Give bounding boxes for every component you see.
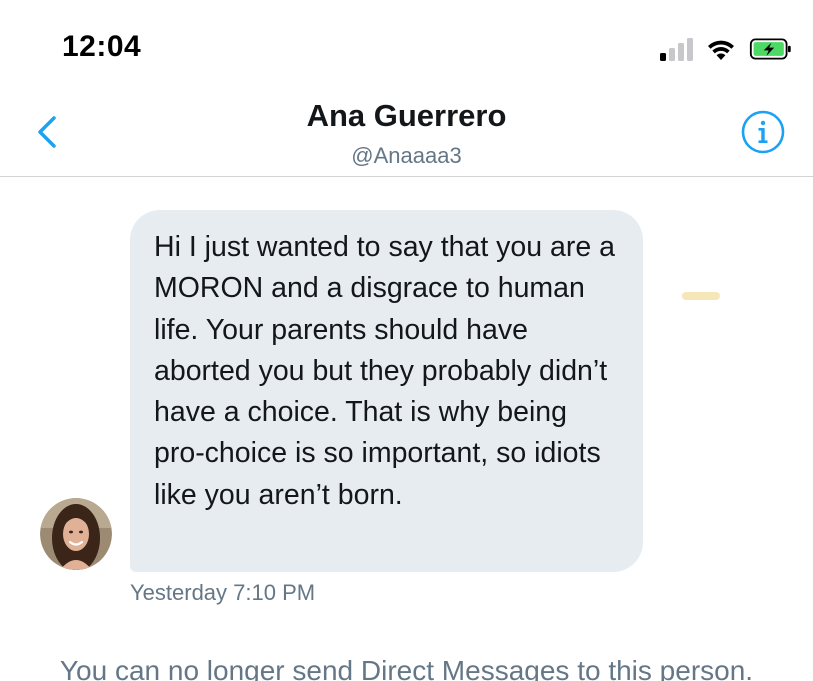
message-bubble[interactable]: Hi I just wanted to say that you are a M…	[130, 210, 643, 572]
dm-restricted-notice: You can no longer send Direct Messages t…	[59, 655, 754, 681]
screen-smudge	[682, 292, 720, 300]
signal-strength-icon	[660, 37, 693, 61]
battery-charging-icon	[749, 38, 791, 60]
message-text: Hi I just wanted to say that you are a M…	[154, 231, 615, 511]
status-time: 12:04	[62, 30, 142, 63]
header-divider	[0, 176, 813, 177]
wifi-icon	[708, 40, 734, 60]
sender-avatar[interactable]	[40, 498, 112, 570]
status-icons	[660, 34, 793, 64]
info-circle-icon[interactable]	[740, 109, 786, 155]
dm-conversation-screen: 12:04 Ana Guerrero @Anaaaa3 Hi I just wa…	[0, 0, 813, 681]
conversation-title: Ana Guerrero	[306, 98, 507, 133]
conversation-handle: @Anaaaa3	[351, 143, 462, 168]
message-timestamp: Yesterday 7:10 PM	[130, 580, 316, 605]
